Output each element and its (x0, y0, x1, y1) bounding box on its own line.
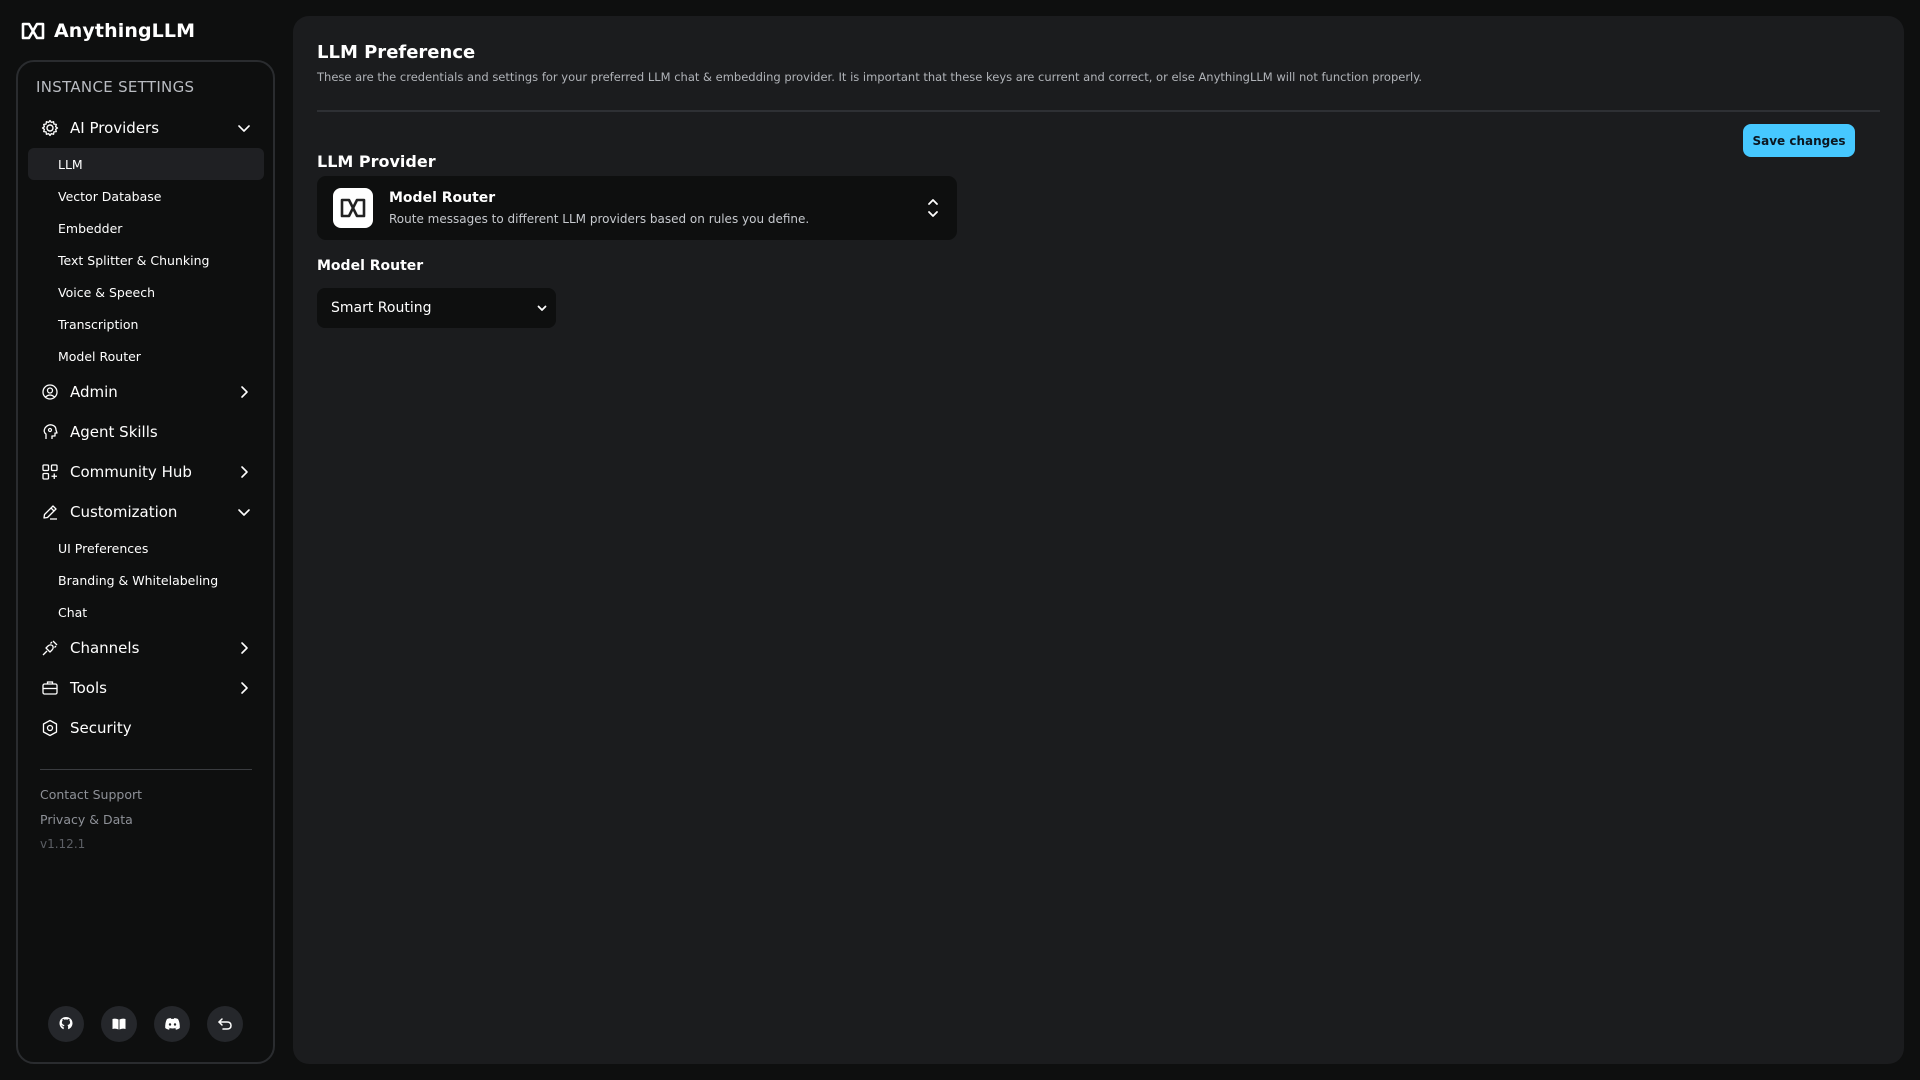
anythingllm-logo-icon (21, 22, 45, 40)
chevron-right-icon (241, 466, 248, 478)
sidebar-item-customization[interactable]: Customization (28, 492, 264, 532)
sidebar-item-community-hub[interactable]: Community Hub (28, 452, 264, 492)
sidebar-item-security[interactable]: Security (28, 708, 264, 748)
docs-button[interactable] (101, 1006, 137, 1042)
provider-name: Model Router (389, 190, 496, 206)
model-router-select[interactable]: Smart Routing (317, 288, 556, 328)
llm-provider-heading: LLM Provider (317, 152, 436, 171)
sidebar-subitem-ui-preferences[interactable]: UI Preferences (28, 532, 264, 564)
provider-description: Route messages to different LLM provider… (389, 212, 810, 226)
page-description: These are the credentials and settings f… (317, 70, 1423, 84)
model-router-select-value: Smart Routing (331, 300, 432, 316)
sidebar-item-label: Security (70, 719, 132, 737)
settings-sidebar: INSTANCE SETTINGS AI Providers LLM Vecto… (16, 60, 275, 1064)
sidebar-item-tools[interactable]: Tools (28, 668, 264, 708)
privacy-data-link[interactable]: Privacy & Data (40, 807, 142, 832)
chevron-down-icon (537, 305, 547, 311)
chevron-right-icon (241, 642, 248, 654)
sidebar-item-label: Customization (70, 503, 178, 521)
ai-providers-submenu: LLM Vector Database Embedder Text Splitt… (28, 148, 264, 372)
grid-icon (40, 462, 60, 482)
model-router-logo-icon (340, 198, 366, 218)
sidebar-subitem-embedder[interactable]: Embedder (28, 212, 264, 244)
brand-name: AnythingLLM (54, 20, 196, 42)
sidebar-item-agent-skills[interactable]: Agent Skills (28, 412, 264, 452)
sidebar-subitem-chat[interactable]: Chat (28, 596, 264, 628)
sidebar-item-label: Tools (70, 679, 107, 697)
discord-icon (164, 1018, 180, 1030)
page-title: LLM Preference (317, 42, 476, 63)
sidebar-item-label: Agent Skills (70, 423, 158, 441)
sidebar-subitem-vector-database[interactable]: Vector Database (28, 180, 264, 212)
book-icon (112, 1018, 126, 1030)
discord-button[interactable] (154, 1006, 190, 1042)
chevron-right-icon (241, 386, 248, 398)
chevron-up-down-icon (928, 199, 938, 217)
robot-icon (40, 422, 60, 442)
provider-logo (333, 188, 373, 228)
github-button[interactable] (48, 1006, 84, 1042)
sidebar-subitem-llm[interactable]: LLM (28, 148, 264, 180)
sidebar-subitem-voice-speech[interactable]: Voice & Speech (28, 276, 264, 308)
gear-icon (40, 118, 60, 138)
sidebar-subitem-text-splitter[interactable]: Text Splitter & Chunking (28, 244, 264, 276)
back-button[interactable] (207, 1006, 243, 1042)
version-label: v1.12.1 (40, 837, 86, 851)
sidebar-nav: AI Providers LLM Vector Database Embedde… (28, 108, 264, 748)
plug-icon (40, 638, 60, 658)
chevron-right-icon (241, 682, 248, 694)
toolbox-icon (40, 678, 60, 698)
back-arrow-icon (218, 1018, 232, 1030)
sidebar-subitem-branding[interactable]: Branding & Whitelabeling (28, 564, 264, 596)
sidebar-subitem-model-router[interactable]: Model Router (28, 340, 264, 372)
customization-submenu: UI Preferences Branding & Whitelabeling … (28, 532, 264, 628)
sidebar-item-label: Community Hub (70, 463, 192, 481)
model-router-label: Model Router (317, 258, 424, 274)
sidebar-item-ai-providers[interactable]: AI Providers (28, 108, 264, 148)
sidebar-divider (40, 769, 252, 770)
sidebar-item-label: Admin (70, 383, 118, 401)
save-changes-button[interactable]: Save changes (1743, 124, 1855, 157)
sidebar-section-title: INSTANCE SETTINGS (36, 78, 195, 96)
header-divider (317, 110, 1880, 112)
sidebar-bottom-icons (48, 1006, 243, 1042)
shield-icon (40, 718, 60, 738)
main-panel: LLM Preference These are the credentials… (293, 16, 1904, 1064)
sidebar-subitem-transcription[interactable]: Transcription (28, 308, 264, 340)
chevron-down-icon (238, 125, 250, 132)
pencil-icon (40, 502, 60, 522)
user-gear-icon (40, 382, 60, 402)
sidebar-item-label: Channels (70, 639, 140, 657)
github-icon (59, 1017, 73, 1030)
chevron-down-icon (238, 509, 250, 516)
brand-logo: AnythingLLM (20, 18, 195, 44)
sidebar-item-channels[interactable]: Channels (28, 628, 264, 668)
sidebar-footer: Contact Support Privacy & Data v1.12.1 (40, 782, 142, 857)
contact-support-link[interactable]: Contact Support (40, 782, 142, 807)
sidebar-item-label: AI Providers (70, 119, 160, 137)
llm-provider-selector[interactable]: Model Router Route messages to different… (317, 176, 957, 240)
sidebar-item-admin[interactable]: Admin (28, 372, 264, 412)
